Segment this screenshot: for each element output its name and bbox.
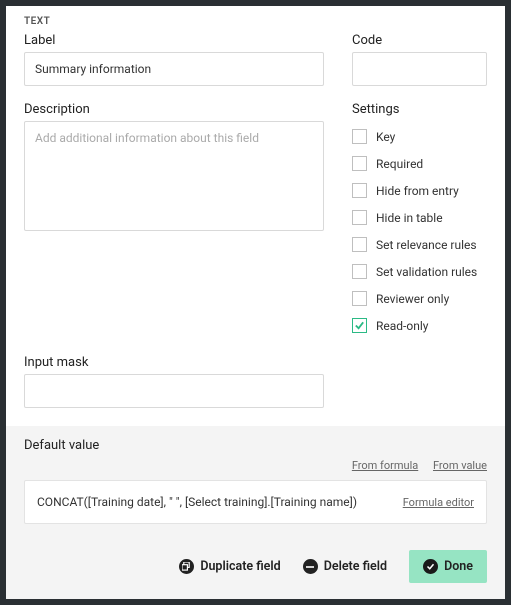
- checkbox[interactable]: [352, 291, 367, 306]
- label-input[interactable]: [24, 52, 324, 86]
- description-input[interactable]: [24, 121, 324, 231]
- settings-item: Hide in table: [352, 204, 487, 231]
- formula-text: CONCAT([Training date], " ", [Select tra…: [37, 495, 391, 509]
- formula-display: CONCAT([Training date], " ", [Select tra…: [24, 480, 487, 524]
- code-title: Code: [352, 33, 487, 48]
- input-mask-title: Input mask: [24, 355, 487, 370]
- duplicate-field-button[interactable]: Duplicate field: [179, 559, 280, 574]
- default-value-title: Default value: [24, 438, 487, 453]
- checkbox-label: Hide from entry: [376, 184, 459, 198]
- settings-item: Set relevance rules: [352, 231, 487, 258]
- description-title: Description: [24, 102, 324, 117]
- checkbox[interactable]: [352, 318, 367, 333]
- from-formula-link[interactable]: From formula: [352, 459, 418, 472]
- checkbox-label: Hide in table: [376, 211, 443, 225]
- settings-item: Hide from entry: [352, 177, 487, 204]
- input-mask-input[interactable]: [24, 374, 324, 408]
- checkbox[interactable]: [352, 264, 367, 279]
- settings-title: Settings: [352, 102, 487, 117]
- checkbox-label: Read-only: [376, 319, 428, 333]
- checkbox-label: Key: [376, 130, 395, 144]
- delete-field-button[interactable]: Delete field: [303, 559, 387, 574]
- settings-item: Required: [352, 150, 487, 177]
- label-title: Label: [24, 33, 324, 48]
- code-input[interactable]: [352, 52, 487, 86]
- settings-item: Read-only: [352, 312, 487, 339]
- checkbox-label: Required: [376, 157, 423, 171]
- checkbox-label: Set relevance rules: [376, 238, 477, 252]
- checkbox[interactable]: [352, 210, 367, 225]
- field-type-label: TEXT: [24, 16, 487, 27]
- checkbox[interactable]: [352, 237, 367, 252]
- duplicate-label: Duplicate field: [200, 559, 280, 574]
- delete-icon: [303, 559, 318, 574]
- checkbox-label: Set validation rules: [376, 265, 477, 279]
- from-value-link[interactable]: From value: [433, 459, 487, 472]
- done-button[interactable]: Done: [409, 550, 487, 583]
- checkbox[interactable]: [352, 129, 367, 144]
- done-label: Done: [444, 559, 473, 574]
- formula-editor-link[interactable]: Formula editor: [403, 496, 474, 509]
- check-icon: [423, 559, 438, 574]
- checkbox-label: Reviewer only: [376, 292, 449, 306]
- duplicate-icon: [179, 559, 194, 574]
- settings-item: Set validation rules: [352, 258, 487, 285]
- delete-label: Delete field: [324, 559, 387, 574]
- settings-item: Key: [352, 123, 487, 150]
- settings-item: Reviewer only: [352, 285, 487, 312]
- checkbox[interactable]: [352, 156, 367, 171]
- checkbox[interactable]: [352, 183, 367, 198]
- field-editor-panel: TEXT Label Code Description Settings Key…: [6, 6, 505, 599]
